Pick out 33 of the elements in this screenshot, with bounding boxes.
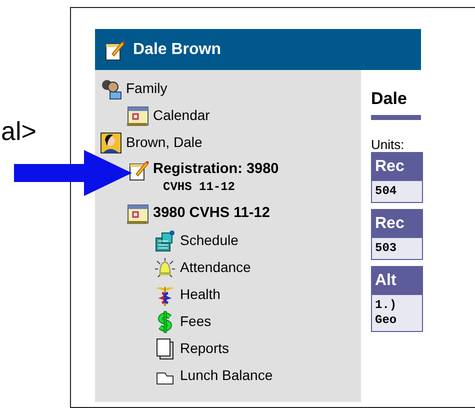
bell-icon xyxy=(154,257,176,279)
tree-link[interactable]: Lunch Balance xyxy=(180,365,273,385)
pages-icon xyxy=(154,338,176,360)
tree-link[interactable]: Schedule xyxy=(180,230,238,250)
notepad-pencil-icon xyxy=(127,159,149,181)
caduceus-icon xyxy=(154,284,176,306)
tree-link[interactable]: Health xyxy=(180,284,220,304)
tree-link[interactable]: Registration: 3980 xyxy=(153,159,279,179)
box-text: 1.) xyxy=(375,298,398,313)
tree-link[interactable]: 3980 CVHS 11-12 xyxy=(153,203,270,223)
box-title: Alt xyxy=(374,271,398,291)
box-title: Rec xyxy=(374,157,406,177)
box-text: 503 xyxy=(375,241,398,256)
box-text: 504 xyxy=(375,184,398,199)
tree-link[interactable]: Family xyxy=(126,78,168,98)
tree-link[interactable]: Fees xyxy=(180,311,212,331)
tree-link[interactable]: Attendance xyxy=(180,257,251,277)
calendar-icon xyxy=(127,203,149,225)
box-text: Geo xyxy=(375,313,398,328)
tree-link[interactable]: Brown, Dale xyxy=(126,132,202,152)
tree-sublabel: CVHS 11-12 xyxy=(163,179,236,195)
units-label: Units: xyxy=(371,138,406,152)
calendar-icon xyxy=(127,105,149,127)
tree-link[interactable]: Reports xyxy=(180,338,230,358)
student-icon xyxy=(100,132,122,154)
box-title: Rec xyxy=(374,214,406,234)
header-title: Dale Brown xyxy=(133,40,222,60)
tree-link[interactable]: Calendar xyxy=(153,105,210,125)
people-icon xyxy=(100,78,122,100)
notepad-pencil-icon xyxy=(103,38,125,60)
building-blocks-icon xyxy=(154,230,176,252)
annotation-text: al> xyxy=(1,118,36,144)
content-heading: Dale xyxy=(371,89,408,109)
